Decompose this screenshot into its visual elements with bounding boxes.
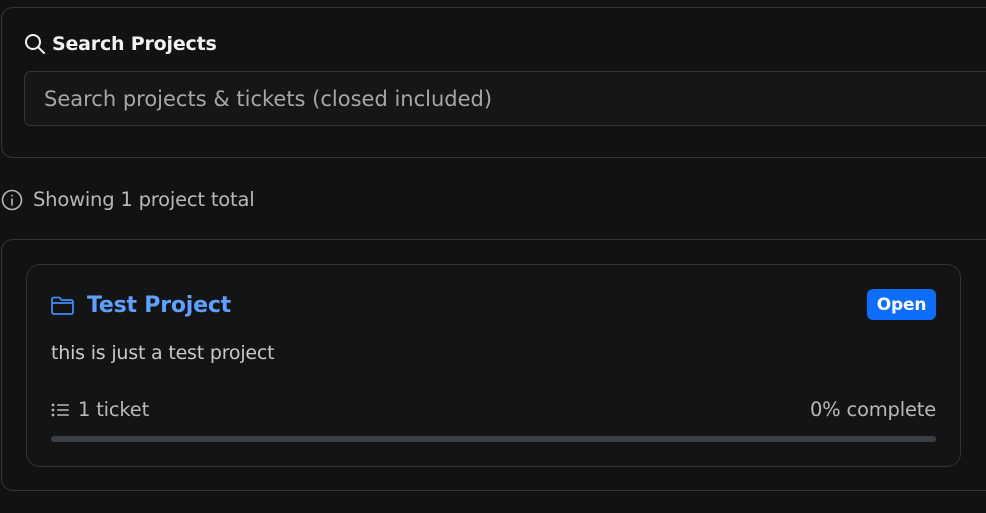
project-name[interactable]: Test Project bbox=[87, 293, 231, 318]
progress-text: 0% complete bbox=[809, 398, 936, 421]
list-icon bbox=[51, 402, 70, 418]
search-title-text: Search Projects bbox=[52, 33, 217, 55]
progress-bar bbox=[51, 436, 936, 442]
search-panel-title: Search Projects bbox=[24, 33, 217, 55]
results-summary: Showing 1 project total bbox=[1, 188, 255, 211]
project-link[interactable]: Test Project bbox=[50, 293, 231, 318]
folder-icon bbox=[50, 295, 75, 316]
results-summary-text: Showing 1 project total bbox=[33, 188, 255, 211]
ticket-count: 1 ticket bbox=[51, 398, 149, 421]
project-description: this is just a test project bbox=[51, 342, 275, 364]
search-icon bbox=[24, 33, 46, 55]
info-icon bbox=[1, 189, 23, 211]
search-input[interactable] bbox=[24, 71, 986, 126]
ticket-count-text: 1 ticket bbox=[78, 398, 150, 421]
status-badge: Open bbox=[867, 289, 936, 320]
